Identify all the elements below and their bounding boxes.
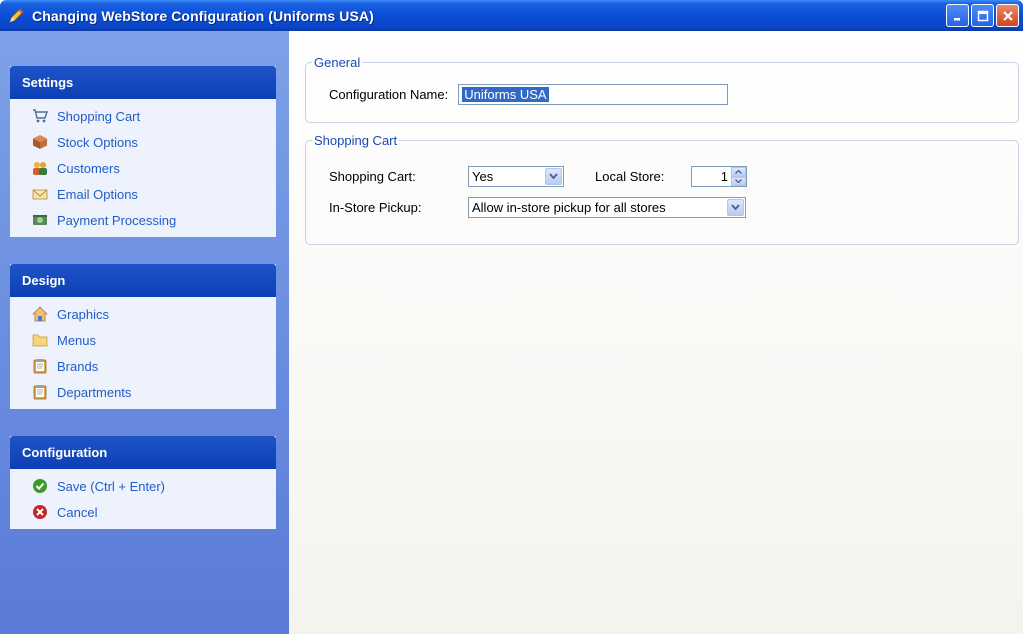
envelope-icon	[32, 186, 48, 202]
chevron-down-icon[interactable]	[727, 199, 744, 216]
sidebar-item-label: Stock Options	[57, 134, 138, 150]
local-store-stepper[interactable]: 1	[691, 166, 747, 187]
sidebar-item-departments[interactable]: Departments	[10, 379, 276, 405]
sidebar-item-menus[interactable]: Menus	[10, 327, 276, 353]
sidebar-item-graphics[interactable]: Graphics	[10, 301, 276, 327]
shopping-cart-value: Yes	[472, 169, 494, 184]
sidebar-item-payment-processing[interactable]: Payment Processing	[10, 207, 276, 233]
shopping-cart-legend: Shopping Cart	[314, 133, 398, 148]
local-store-value: 1	[720, 169, 728, 184]
maximize-button[interactable]	[971, 4, 994, 27]
increment-button[interactable]	[731, 167, 746, 177]
sidebar-item-label: Menus	[57, 332, 97, 348]
decrement-button[interactable]	[731, 176, 746, 186]
maximize-icon	[977, 10, 988, 21]
minimize-icon	[953, 17, 960, 20]
sidebar-item-label: Customers	[57, 160, 120, 176]
in-store-pickup-label: In-Store Pickup:	[329, 200, 422, 215]
config-name-row: Configuration Name: Uniforms USA	[329, 84, 729, 105]
title-bar: Changing WebStore Configuration (Uniform…	[0, 0, 1023, 31]
sidebar: Settings Shopping Cart Stock Options Cus…	[0, 31, 289, 634]
general-legend: General	[314, 55, 361, 70]
chevron-down-icon	[735, 179, 742, 184]
shopping-cart-group: Shopping Cart	[305, 133, 1019, 245]
graphics-icon	[32, 306, 48, 322]
cancel-icon	[32, 504, 48, 520]
close-icon	[1002, 10, 1013, 21]
local-store-label: Local Store:	[595, 169, 665, 184]
main-content: General Configuration Name: Uniforms USA…	[289, 31, 1023, 634]
design-header[interactable]: Design	[10, 264, 276, 297]
minimize-button[interactable]	[946, 4, 969, 27]
sidebar-item-email-options[interactable]: Email Options	[10, 181, 276, 207]
settings-panel: Settings Shopping Cart Stock Options Cus…	[10, 66, 276, 237]
sidebar-item-shopping-cart[interactable]: Shopping Cart	[10, 103, 276, 129]
design-panel: Design Graphics Menus Brands Departments	[10, 264, 276, 409]
config-name-label: Configuration Name:	[329, 87, 449, 102]
box-icon	[32, 134, 48, 150]
close-button[interactable]	[996, 4, 1019, 27]
users-icon	[32, 160, 48, 176]
sidebar-item-stock-options[interactable]: Stock Options	[10, 129, 276, 155]
chevron-down-icon[interactable]	[545, 168, 562, 185]
check-icon	[32, 478, 48, 494]
sidebar-item-brands[interactable]: Brands	[10, 353, 276, 379]
sidebar-item-label: Brands	[57, 358, 99, 374]
cancel-button[interactable]: Cancel	[10, 499, 276, 525]
shopping-cart-icon	[32, 108, 48, 124]
cancel-label: Cancel	[57, 504, 98, 520]
folder-icon	[32, 332, 48, 348]
sidebar-item-customers[interactable]: Customers	[10, 155, 276, 181]
shopping-cart-select[interactable]: Yes	[468, 166, 564, 187]
save-button[interactable]: Save (Ctrl + Enter)	[10, 473, 276, 499]
shopping-cart-label: Shopping Cart:	[329, 169, 416, 184]
sidebar-item-label: Shopping Cart	[57, 108, 141, 124]
payment-icon	[32, 212, 48, 228]
clipboard-icon	[32, 358, 48, 374]
in-store-pickup-value: Allow in-store pickup for all stores	[472, 200, 666, 215]
cart-row: Shopping Cart: Yes Local Store: 1	[329, 166, 747, 187]
save-label: Save (Ctrl + Enter)	[57, 478, 166, 494]
sidebar-item-label: Departments	[57, 384, 132, 400]
pickup-row: In-Store Pickup: Allow in-store pickup f…	[329, 197, 746, 218]
in-store-pickup-select[interactable]: Allow in-store pickup for all stores	[468, 197, 746, 218]
chevron-up-icon	[735, 169, 742, 174]
window-title: Changing WebStore Configuration (Uniform…	[32, 7, 374, 24]
configuration-header[interactable]: Configuration	[10, 436, 276, 469]
settings-header[interactable]: Settings	[10, 66, 276, 99]
config-name-value: Uniforms USA	[462, 87, 549, 102]
clipboard-icon	[32, 384, 48, 400]
configuration-panel: Configuration Save (Ctrl + Enter) Cancel	[10, 436, 276, 529]
pencil-icon	[6, 6, 26, 26]
sidebar-item-label: Graphics	[57, 306, 110, 322]
sidebar-item-label: Payment Processing	[57, 212, 177, 228]
config-name-input[interactable]: Uniforms USA	[458, 84, 729, 105]
sidebar-item-label: Email Options	[57, 186, 138, 202]
